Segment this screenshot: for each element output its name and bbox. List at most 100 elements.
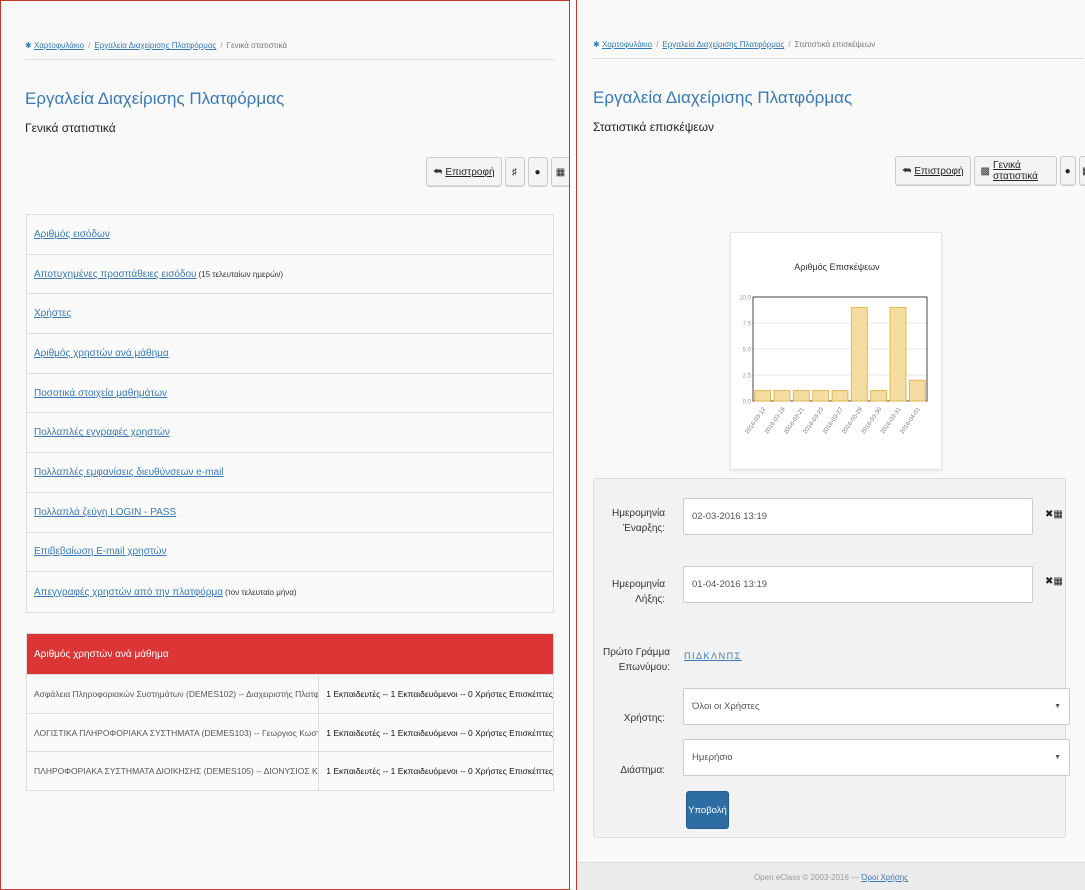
y-tick-label: 2.5 xyxy=(743,374,752,380)
list-item: Χρήστες xyxy=(27,294,553,335)
stats-link[interactable]: Αριθμός χρηστών ανά μάθημα xyxy=(34,348,169,359)
interval-label: Διάστημα: xyxy=(620,765,665,776)
letter-link[interactable]: Ν xyxy=(719,651,727,661)
stats-link-note: (15 τελευταίων ημερών) xyxy=(198,269,283,279)
chart-bar xyxy=(908,379,926,402)
letter-filter-label: Πρώτο Γράμμα Επωνύμου: xyxy=(602,647,670,673)
calendar-icon: ▦ xyxy=(555,166,566,178)
stats-link[interactable]: Πολλαπλές εμφανίσεις διευθύνσεων e-mail xyxy=(34,467,224,478)
caret-down-icon: ▼ xyxy=(1054,703,1061,710)
calendar-icon[interactable]: ▦ xyxy=(1053,509,1062,520)
back-button[interactable]: ⮪ Επιστροφή xyxy=(895,156,971,186)
x-tick-label: 2016-04-01 xyxy=(899,406,922,435)
breadcrumb-current: Στατιστικά επισκέψεων xyxy=(794,40,876,49)
list-item: Αριθμός εισόδων xyxy=(27,215,553,255)
visits-chart-svg: Αριθμός Επισκέψεων 0.0 2.5 5.0 7.5 10.0 2016-… xyxy=(739,262,928,435)
counts-cell: 1 Εκπαιδευτές -- 1 Εκπαιδευόμενοι -- 0 Χ… xyxy=(326,727,553,738)
letter-link[interactable]: Δ xyxy=(696,651,704,661)
breadcrumb-portfolio[interactable]: Χαρτοφυλάκιο xyxy=(602,40,652,49)
calendar-button[interactable]: ▦ xyxy=(1078,156,1085,186)
announcements-button[interactable]: ♯ xyxy=(504,157,525,187)
stats-link[interactable]: Ποσοτικά στοιχεία μαθημάτων xyxy=(34,388,167,399)
chart-bar xyxy=(812,390,830,402)
chart-title: Αριθμός Επισκέψεων xyxy=(794,262,880,272)
home-icon: ✱ xyxy=(25,41,32,50)
list-item: Πολλαπλές εμφανίσεις διευθύνσεων e-mail xyxy=(27,453,553,493)
course-cell: ΛΟΓΙΣΤΙΚΑ ΠΛΗΡΟΦΟΡΙΑΚΑ ΣΥΣΤΗΜΑΤΑ (DEMES1… xyxy=(27,713,320,752)
stats-link[interactable]: Αποτυχημένες προσπάθειες εισόδου xyxy=(34,269,197,280)
stats-link[interactable]: Πολλαπλά ζεύγη LOGIN - PASS xyxy=(34,507,176,518)
stats-link[interactable]: Επιβεβαίωση E-mail χρηστών xyxy=(34,546,166,557)
list-item: Αριθμός χρηστών ανά μάθημα xyxy=(27,334,553,374)
courses-users-table: Αριθμός χρηστών ανά μάθημα Ασφάλεια Πληρ… xyxy=(26,633,554,792)
chart-bar xyxy=(792,390,810,402)
y-tick-label: 10.0 xyxy=(739,296,751,302)
home-icon: ✱ xyxy=(593,40,600,49)
back-button[interactable]: ⮪ Επιστροφή xyxy=(426,157,502,187)
divider xyxy=(593,58,1083,59)
start-date-label: Ημερομηνία Έναρξης: xyxy=(611,508,665,534)
chart-bar xyxy=(773,390,791,402)
y-tick-label: 7.5 xyxy=(743,322,752,328)
bar-chart-icon: ▩ xyxy=(980,165,990,177)
stats-link[interactable]: Χρήστες xyxy=(34,308,71,319)
start-date-clear[interactable]: ✖▦ xyxy=(1045,509,1063,520)
chart-bar xyxy=(831,390,849,402)
general-stats-button[interactable]: ▩ Γενικά στατιστικά xyxy=(973,156,1057,186)
letter-link[interactable]: Π xyxy=(727,651,735,661)
course-cell: ΠΛΗΡΟΦΟΡΙΑΚΑ ΣΥΣΤΗΜΑΤΑ ΔΙΟΙΚΗΣΗΣ (DEMES1… xyxy=(27,752,320,791)
chart-bar xyxy=(754,390,772,402)
letter-link[interactable]: Λ xyxy=(711,651,719,661)
users-button[interactable]: ● xyxy=(527,157,548,187)
letter-link[interactable]: Π xyxy=(684,651,692,661)
toolbar: ⮪Επιστροφή ♯ ● ▦ ▤ xyxy=(426,157,569,187)
end-date-clear[interactable]: ✖▦ xyxy=(1045,576,1063,587)
breadcrumb: ✱ Χαρτοφυλάκιο / Εργαλεία Διαχείρισης Πλατ… xyxy=(25,41,287,50)
breadcrumb-admin-tools[interactable]: Εργαλεία Διαχείρισης Πλατφόρμας xyxy=(94,41,216,50)
caret-down-icon: ▼ xyxy=(1054,754,1061,761)
counts-cell: 1 Εκπαιδευτές -- 1 Εκπαιδευόμενοι -- 0 Χ… xyxy=(326,766,553,777)
letter-link[interactable]: Σ xyxy=(735,651,742,661)
course-cell: Ασφάλεια Πληροφοριακών Συστημάτων (DEMES… xyxy=(27,675,320,713)
calendar-button[interactable]: ▦ xyxy=(550,157,569,187)
letter-filter: ΠΙΔΚΛΝΠΣ xyxy=(684,651,742,661)
stats-link[interactable]: Απεγγραφές χρηστών από την πλατφόρμα xyxy=(34,587,223,598)
start-date-input[interactable]: 02-03-2016 13:19 xyxy=(683,498,1033,535)
visits-chart: Αριθμός Επισκέψεων 0.0 2.5 5.0 7.5 10.0 2016-… xyxy=(730,232,942,470)
counts-cell: 1 Εκπαιδευτές -- 1 Εκπαιδευόμενοι -- 0 Χ… xyxy=(326,688,553,699)
letter-link[interactable]: Κ xyxy=(704,651,712,661)
breadcrumb-admin-tools[interactable]: Εργαλεία Διαχείρισης Πλατφόρμας xyxy=(662,40,784,49)
interval-select[interactable]: Ημερήσιο ▼ xyxy=(683,739,1070,776)
y-tick-label: 0.0 xyxy=(743,400,752,406)
table-row: ΠΛΗΡΟΦΟΡΙΑΚΑ ΣΥΣΤΗΜΑΤΑ ΔΙΟΙΚΗΣΗΣ (DEMES1… xyxy=(27,751,553,791)
breadcrumb-portfolio[interactable]: Χαρτοφυλάκιο xyxy=(34,41,84,50)
page-subtitle: Στατιστικά επισκέψεων xyxy=(593,120,715,134)
stats-link[interactable]: Αριθμός εισόδων xyxy=(34,229,110,240)
y-tick-label: 5.0 xyxy=(743,348,752,354)
submit-button[interactable]: Υποβολή xyxy=(686,791,729,829)
list-item: Ποσοτικά στοιχεία μαθημάτων xyxy=(27,374,553,414)
stats-link[interactable]: Πολλαπλές εγγραφές χρηστών xyxy=(34,427,170,438)
user-label: Χρήστης: xyxy=(623,713,665,724)
stats-links-list: Αριθμός εισόδων Αποτυχημένες προσπάθειες … xyxy=(26,214,554,613)
end-date-label: Ημερομηνία Λήξης: xyxy=(611,579,665,605)
list-item: Επιβεβαίωση E-mail χρηστών xyxy=(27,533,553,573)
calendar-icon[interactable]: ▦ xyxy=(1053,576,1062,587)
breadcrumb-current: Γενικά στατιστικά xyxy=(226,41,287,50)
reply-icon: ⮪ xyxy=(433,166,443,178)
stats-link-note: (τον τελευταίο μήνα) xyxy=(225,587,297,597)
chart-bar xyxy=(870,390,888,402)
list-item: Αποτυχημένες προσπάθειες εισόδου (15 τελε… xyxy=(27,255,553,295)
reply-icon: ⮪ xyxy=(902,165,912,177)
list-item: Πολλαπλές εγγραφές χρηστών xyxy=(27,413,553,454)
terms-link[interactable]: Όροι Χρήσης xyxy=(861,873,908,882)
end-date-input[interactable]: 01-04-2016 13:19 xyxy=(683,566,1033,603)
users-button[interactable]: ● xyxy=(1059,156,1076,186)
table-row: ΛΟΓΙΣΤΙΚΑ ΠΛΗΡΟΦΟΡΙΑΚΑ ΣΥΣΤΗΜΑΤΑ (DEMES1… xyxy=(27,712,553,752)
page-title: Εργαλεία Διαχείρισης Πλατφόρμας xyxy=(25,89,285,108)
bullhorn-icon: ♯ xyxy=(512,166,518,178)
table-header: Αριθμός χρηστών ανά μάθημα xyxy=(27,634,553,674)
page-subtitle: Γενικά στατιστικά xyxy=(25,121,116,135)
user-select[interactable]: Όλοι οι Χρήστες ▼ xyxy=(683,688,1070,725)
table-row: Ασφάλεια Πληροφοριακών Συστημάτων (DEMES… xyxy=(27,674,553,713)
